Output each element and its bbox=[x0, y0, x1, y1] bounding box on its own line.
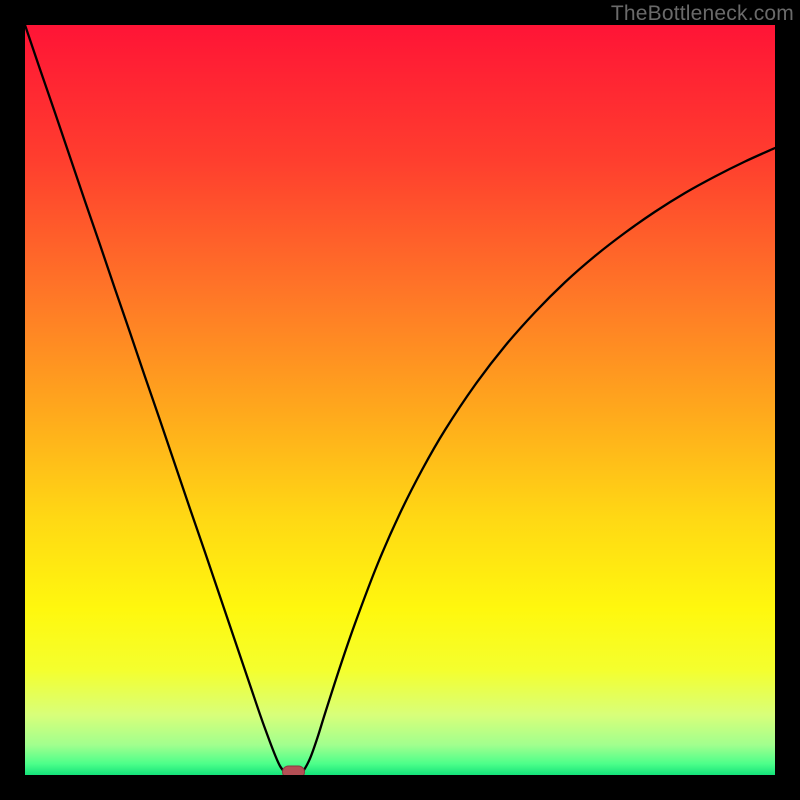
bottleneck-chart bbox=[0, 0, 800, 800]
watermark-text: TheBottleneck.com bbox=[611, 2, 794, 26]
chart-stage: TheBottleneck.com bbox=[0, 0, 800, 800]
frame-right bbox=[775, 0, 800, 800]
frame-bottom bbox=[0, 775, 800, 800]
plot-background bbox=[25, 25, 775, 775]
frame-left bbox=[0, 0, 25, 800]
